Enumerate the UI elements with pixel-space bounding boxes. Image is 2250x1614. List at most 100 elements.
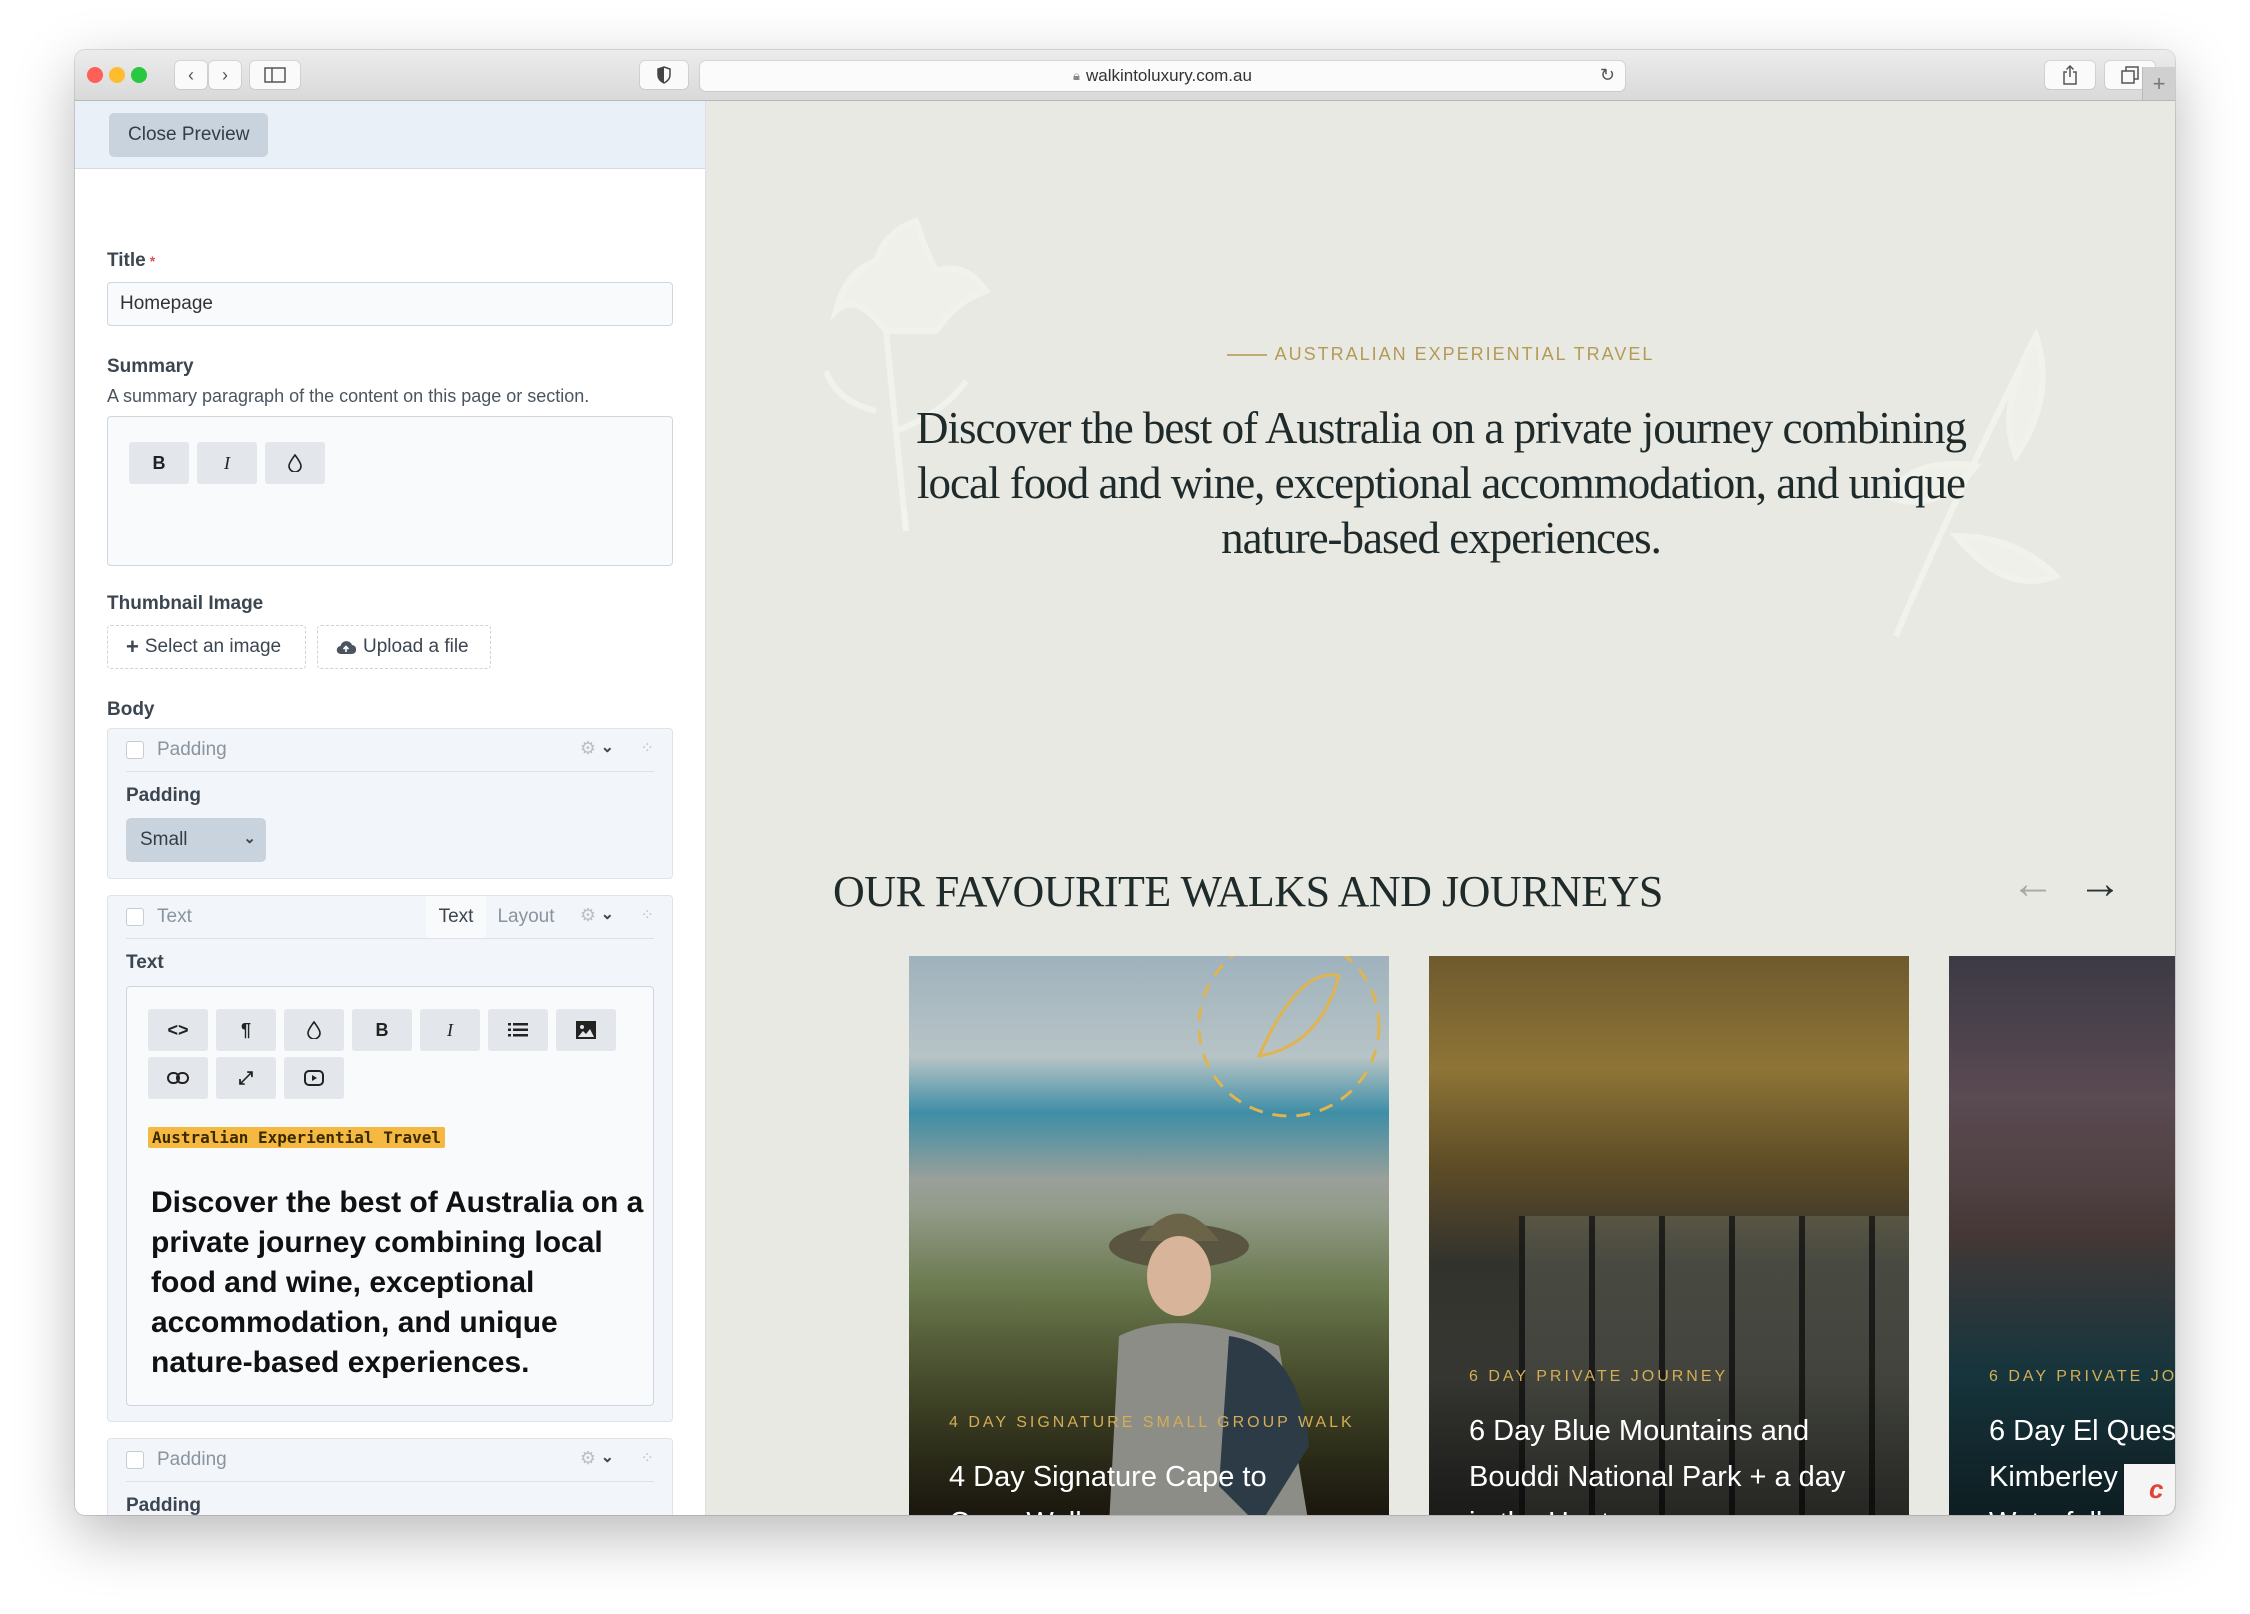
card-tag: 6 DAY PRIVATE JOURNEY <box>1989 1368 2175 1385</box>
tab-layout[interactable]: Layout <box>488 896 564 938</box>
image-button[interactable] <box>556 1009 616 1051</box>
cms-logo-button[interactable]: c <box>2124 1464 2175 1515</box>
editor-header: Close Preview <box>75 101 705 169</box>
image-icon <box>576 1021 596 1039</box>
fullscreen-button[interactable]: ⤢ <box>216 1057 276 1099</box>
chevron-right-icon: › <box>222 64 228 85</box>
close-window-button[interactable] <box>87 67 103 83</box>
address-bar[interactable]: 🔒︎ walkintoluxury.com.au ↻ <box>700 61 1625 91</box>
chevron-down-icon: ⌄ <box>243 830 256 847</box>
color-button[interactable] <box>284 1009 344 1051</box>
summary-editor[interactable]: B I <box>107 416 673 566</box>
droplet-icon <box>307 1021 321 1039</box>
color-button[interactable] <box>265 442 325 484</box>
padding-block: Padding ⚙ ⌄ ⁘ Padding Small ⌄ <box>107 1438 673 1515</box>
close-preview-button[interactable]: Close Preview <box>109 113 269 157</box>
tabs-overview-icon <box>2121 66 2139 84</box>
journey-card[interactable]: 6 DAY PRIVATE JOURNEY 6 Day Blue Mountai… <box>1429 956 1909 1515</box>
card-tag: 4 DAY SIGNATURE SMALL GROUP WALK <box>949 1414 1355 1431</box>
block-header: Padding ⚙ ⌄ ⁘ <box>126 1439 654 1482</box>
block-select-checkbox[interactable] <box>126 741 144 759</box>
drag-handle-icon[interactable]: ⁘ <box>641 738 654 758</box>
privacy-report-button[interactable] <box>640 61 688 89</box>
cms-floating-widget: c ‹ <box>2124 1464 2175 1515</box>
editor-body-text: Discover the best of Australia on a priv… <box>151 1186 644 1379</box>
select-image-button[interactable]: + Select an image <box>107 625 306 669</box>
thumbnail-label: Thumbnail Image <box>107 593 264 614</box>
italic-button[interactable]: I <box>420 1009 480 1051</box>
bold-button[interactable]: B <box>129 442 189 484</box>
video-button[interactable] <box>284 1057 344 1099</box>
block-header: Padding ⚙ ⌄ ⁘ <box>126 729 654 772</box>
journey-card[interactable]: 6 DAY PRIVATE JOURNEY 6 Day El Questro a… <box>1949 956 2175 1515</box>
highlighted-eyebrow-text: Australian Experiential Travel <box>148 1127 445 1148</box>
share-icon <box>2063 65 2077 85</box>
plus-icon: + <box>2152 70 2166 96</box>
expand-icon: ⤢ <box>238 1067 254 1088</box>
title-label: Title * <box>107 250 156 271</box>
section-title: OUR FAVOURITE WALKS AND JOURNEYS <box>833 867 1663 916</box>
back-button[interactable]: ‹ <box>175 61 207 89</box>
browser-toolbar: ‹ › 🔒︎ walkintoluxury.com.au ↻ + <box>75 50 2175 101</box>
gear-icon[interactable]: ⚙ <box>580 738 596 759</box>
body-label: Body <box>107 699 155 720</box>
card-title: 4 Day Signature Cape to Cape Walk <box>949 1461 1267 1515</box>
link-icon <box>167 1072 189 1084</box>
forward-button[interactable]: › <box>209 61 241 89</box>
video-icon <box>304 1070 324 1086</box>
upload-file-button[interactable]: Upload a file <box>317 625 491 669</box>
block-type-label: Padding <box>157 739 227 760</box>
block-type-label: Text <box>157 906 192 927</box>
gear-icon[interactable]: ⚙ <box>580 905 596 926</box>
summary-label: Summary <box>107 356 194 377</box>
drag-handle-icon[interactable]: ⁘ <box>641 905 654 925</box>
new-tab-button[interactable]: + <box>2142 67 2175 100</box>
tab-text[interactable]: Text <box>426 896 486 938</box>
rich-text-editor[interactable]: <> ¶ B I ⤢ Australian Experiential Trave… <box>126 986 654 1406</box>
block-select-checkbox[interactable] <box>126 1451 144 1469</box>
padding-field-label: Padding <box>126 785 201 806</box>
eyebrow-rule <box>1226 354 1267 357</box>
link-button[interactable] <box>148 1057 208 1099</box>
url-text: walkintoluxury.com.au <box>1085 66 1252 85</box>
pilcrow-icon: ¶ <box>240 1019 251 1040</box>
maximize-window-button[interactable] <box>131 67 147 83</box>
italic-button[interactable]: I <box>197 442 257 484</box>
plus-icon: + <box>126 634 139 659</box>
journey-card[interactable]: 4 DAY SIGNATURE SMALL GROUP WALK 4 Day S… <box>909 956 1389 1515</box>
chevron-down-icon[interactable]: ⌄ <box>601 904 614 924</box>
text-field-label: Text <box>126 952 164 973</box>
carousel-next-button[interactable]: → <box>2078 859 2122 909</box>
block-header: Text Text Layout ⚙ ⌄ ⁘ <box>126 896 654 939</box>
card-title: 6 Day Blue Mountains and Bouddi National… <box>1469 1415 1846 1515</box>
padding-field-label: Padding <box>126 1495 201 1515</box>
share-button[interactable] <box>2045 61 2095 89</box>
paragraph-button[interactable]: ¶ <box>216 1009 276 1051</box>
reload-icon[interactable]: ↻ <box>1600 65 1615 86</box>
hero-heading: Discover the best of Australia on a priv… <box>916 403 1967 563</box>
block-select-checkbox[interactable] <box>126 908 144 926</box>
signature-badge-icon <box>1197 956 1381 1118</box>
chevron-down-icon[interactable]: ⌄ <box>601 737 614 757</box>
droplet-icon <box>288 454 302 472</box>
chevron-down-icon[interactable]: ⌄ <box>601 1447 614 1467</box>
sidebar-toggle-button[interactable] <box>250 61 300 89</box>
summary-help-text: A summary paragraph of the content on th… <box>107 386 590 406</box>
text-block: Text Text Layout ⚙ ⌄ ⁘ Text <> ¶ B I ⤢ A… <box>107 895 673 1422</box>
code-button[interactable]: <> <box>148 1009 208 1051</box>
cms-logo-icon: c <box>2149 1474 2164 1504</box>
padding-select[interactable]: Small ⌄ <box>126 818 266 862</box>
gear-icon[interactable]: ⚙ <box>580 1448 596 1469</box>
list-button[interactable] <box>488 1009 548 1051</box>
title-input[interactable]: Homepage <box>107 282 673 326</box>
hero-eyebrow: AUSTRALIAN EXPERIENTIAL TRAVEL <box>706 344 2175 365</box>
minimize-window-button[interactable] <box>109 67 125 83</box>
bold-button[interactable]: B <box>352 1009 412 1051</box>
carousel-prev-button[interactable]: ← <box>2011 859 2055 909</box>
list-icon <box>508 1023 528 1037</box>
padding-block: Padding ⚙ ⌄ ⁘ Padding Small ⌄ <box>107 728 673 879</box>
chevron-left-icon: ‹ <box>188 64 194 85</box>
drag-handle-icon[interactable]: ⁘ <box>641 1448 654 1468</box>
card-tag: 6 DAY PRIVATE JOURNEY <box>1469 1368 1729 1385</box>
page-preview: AUSTRALIAN EXPERIENTIAL TRAVEL Discover … <box>706 101 2175 1515</box>
